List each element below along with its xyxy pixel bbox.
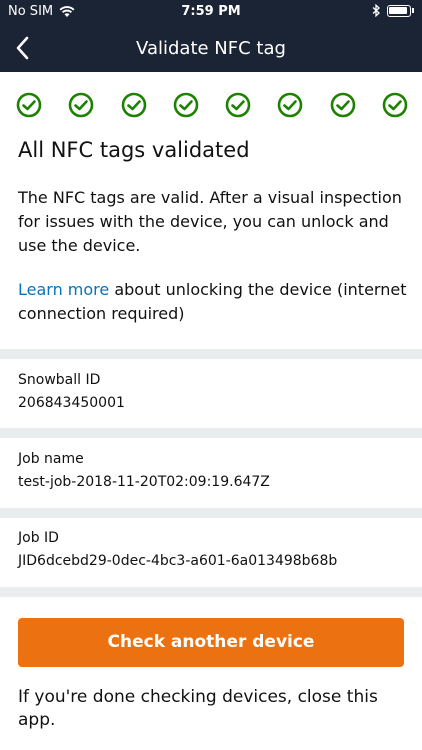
check-another-device-button[interactable]: Check another device [18, 618, 404, 667]
clock: 7:59 PM [181, 4, 241, 19]
learn-more-paragraph: Learn more about unlocking the device (i… [18, 278, 408, 326]
status-right [372, 4, 414, 17]
job-name-label: Job name [18, 451, 84, 467]
section-divider [0, 428, 422, 438]
snowball-id-field: Snowball ID 206843450001 [18, 372, 408, 411]
battery-cap [412, 8, 414, 13]
learn-more-link[interactable]: Learn more [18, 280, 109, 299]
nav-bar: Validate NFC tag [0, 24, 422, 72]
check-circle-icon [173, 92, 199, 118]
section-divider [0, 587, 422, 597]
job-name-field: Job name test-job-2018-11-20T02:09:19.64… [18, 451, 408, 490]
snowball-id-label: Snowball ID [18, 372, 101, 388]
description: The NFC tags are valid. After a visual i… [18, 188, 402, 255]
check-circle-icon [330, 92, 355, 118]
snowball-id-value: 206843450001 [18, 395, 125, 411]
bluetooth-icon [372, 4, 380, 17]
job-name-value: test-job-2018-11-20T02:09:19.647Z [18, 474, 270, 490]
job-id-field: Job ID JID6dcebd29-0dec-4bc3-a601-6a0134… [18, 530, 408, 569]
check-circle-icon [68, 92, 94, 118]
battery-icon [387, 4, 411, 17]
status-bar: No SIM 7:59 PM [0, 0, 422, 24]
check-circle-icon [278, 92, 303, 118]
footer-text: If you're done checking devices, close t… [18, 687, 378, 730]
job-id-value: JID6dcebd29-0dec-4bc3-a601-6a013498b68b [18, 553, 338, 569]
section-divider [0, 349, 422, 359]
check-circle-icon [225, 92, 251, 118]
check-circle-icon [16, 92, 42, 118]
check-circle-icon [382, 92, 408, 118]
headline: All NFC tags validated [18, 138, 250, 162]
tag-status-row [16, 92, 408, 118]
section-divider [0, 508, 422, 518]
job-id-label: Job ID [18, 530, 59, 546]
page-title: Validate NFC tag [136, 38, 286, 59]
check-circle-icon [121, 92, 146, 118]
